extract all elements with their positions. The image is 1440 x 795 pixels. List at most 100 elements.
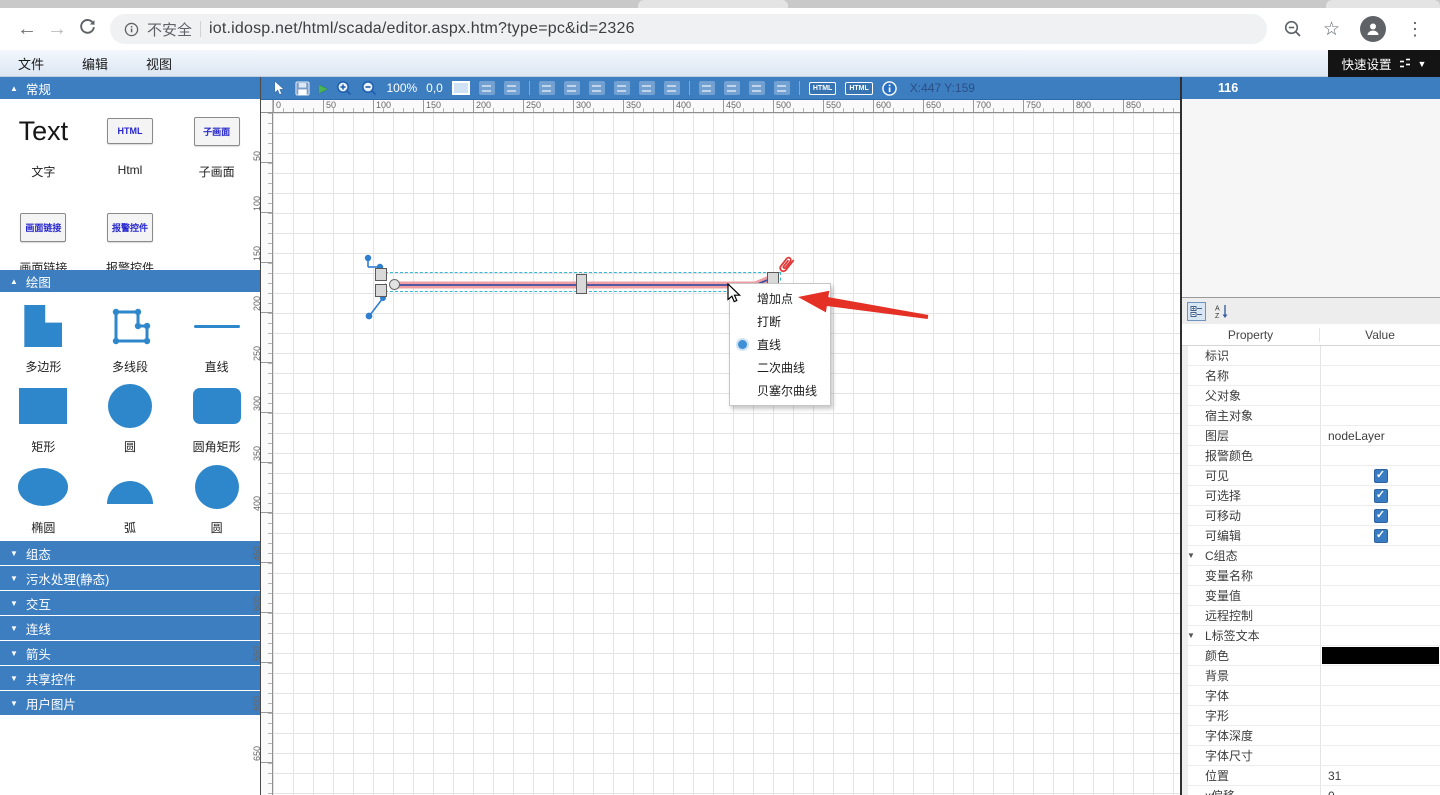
line-start-knob[interactable] — [389, 279, 400, 290]
property-value-cell[interactable]: ✓ — [1320, 546, 1440, 565]
property-value-cell[interactable]: 31 ✓ — [1320, 766, 1440, 785]
property-row[interactable]: ▼ 可见 ✓ — [1182, 466, 1440, 486]
palette-item-screen-link[interactable]: 画面链接 画面链接 — [0, 201, 87, 276]
checkbox-checked-icon[interactable]: ✓ — [1374, 529, 1388, 543]
info-circle-icon[interactable] — [882, 81, 897, 96]
palette-section-general[interactable]: ▲ 常规 — [0, 77, 260, 99]
palette-item-text[interactable]: Text 文字 — [0, 105, 87, 201]
property-row[interactable]: ▼ 字体 ✓ — [1182, 686, 1440, 706]
property-value-cell[interactable]: ✓ — [1320, 606, 1440, 625]
forward-icon[interactable]: → — [42, 18, 72, 41]
align-tool-icon[interactable] — [614, 81, 630, 95]
bookmark-star-icon[interactable]: ☆ — [1323, 18, 1340, 41]
property-row[interactable]: ▼ 背景 ✓ — [1182, 666, 1440, 686]
property-value-cell[interactable]: ✓ — [1320, 506, 1440, 525]
property-row[interactable]: ▼ 位置 31 ✓ — [1182, 766, 1440, 786]
property-row[interactable]: ▼ 父对象 ✓ — [1182, 386, 1440, 406]
align-tool-icon[interactable] — [564, 81, 580, 95]
context-menu-item[interactable]: 贝塞尔曲线 — [730, 379, 830, 402]
palette-item-circle[interactable]: 圆 — [87, 380, 174, 460]
property-value-cell[interactable]: ✓ — [1320, 406, 1440, 425]
palette-section-draw[interactable]: ▲ 绘图 — [0, 270, 260, 292]
security-label[interactable]: 不安全 — [147, 19, 192, 40]
run-icon[interactable]: ▶ — [319, 82, 327, 95]
palette-item-arc[interactable]: 弧 — [87, 461, 174, 541]
property-value-cell[interactable]: ✓ — [1320, 666, 1440, 685]
palette-item-line[interactable]: 直线 — [173, 300, 260, 380]
color-swatch-black[interactable] — [1322, 647, 1439, 664]
size-tool-icon[interactable] — [749, 81, 765, 95]
design-canvas[interactable]: 增加点 打断 直线 二次曲线 — [273, 113, 1180, 795]
menu-item[interactable]: 视图 — [146, 54, 172, 73]
property-value-cell[interactable]: ✓ — [1320, 646, 1440, 665]
address-bar[interactable]: 不安全 iot.idosp.net/html/scada/editor.aspx… — [110, 14, 1267, 44]
property-row[interactable]: ▼ 字体深度 ✓ — [1182, 726, 1440, 746]
line-handle[interactable] — [375, 284, 387, 297]
palette-item-html[interactable]: HTML Html — [87, 105, 174, 201]
property-value-cell[interactable]: ✓ — [1320, 386, 1440, 405]
zoom-in-icon[interactable] — [336, 80, 352, 96]
property-row[interactable]: ▼ 变量名称 ✓ — [1182, 566, 1440, 586]
property-row[interactable]: ▼ 报警颜色 ✓ — [1182, 446, 1440, 466]
context-menu-item[interactable]: 增加点 — [730, 287, 830, 310]
zoom-indicator-icon[interactable] — [1283, 19, 1303, 39]
property-value-cell[interactable]: ✓ — [1320, 466, 1440, 485]
line-handle[interactable] — [375, 268, 387, 281]
palette-section-collapsed[interactable]: ▼ 连线 — [0, 616, 260, 640]
select-cursor-tool-icon[interactable] — [273, 80, 286, 96]
palette-item-rectangle[interactable]: 矩形 — [0, 380, 87, 460]
size-tool-icon[interactable] — [724, 81, 740, 95]
group-tool-icon[interactable] — [504, 81, 520, 95]
property-row[interactable]: ▼ 名称 ✓ — [1182, 366, 1440, 386]
palette-item-subscreen[interactable]: 子画面 子画面 — [173, 105, 260, 201]
property-row[interactable]: ▼ x偏移 0 ✓ — [1182, 786, 1440, 795]
property-value-cell[interactable]: ✓ — [1320, 726, 1440, 745]
property-row[interactable]: ▼ 可移动 ✓ — [1182, 506, 1440, 526]
property-value-cell[interactable]: ✓ — [1320, 446, 1440, 465]
palette-item-polygon[interactable]: 多边形 — [0, 300, 87, 380]
size-tool-icon[interactable] — [699, 81, 715, 95]
align-tool-icon[interactable] — [639, 81, 655, 95]
property-row[interactable]: ▼ 图层 nodeLayer ✓ — [1182, 426, 1440, 446]
property-value-cell[interactable]: ✓ — [1320, 346, 1440, 365]
object-tree-empty-area[interactable] — [1182, 99, 1440, 298]
align-tool-icon[interactable] — [589, 81, 605, 95]
checkbox-checked-icon[interactable]: ✓ — [1374, 469, 1388, 483]
palette-section-collapsed[interactable]: ▼ 用户图片 — [0, 691, 260, 715]
property-value-cell[interactable]: ✓ — [1320, 746, 1440, 765]
profile-avatar-icon[interactable] — [1360, 16, 1386, 42]
property-row[interactable]: ▼ 字形 ✓ — [1182, 706, 1440, 726]
zoom-level[interactable]: 100% — [386, 81, 417, 95]
back-icon[interactable]: ← — [12, 18, 42, 41]
palette-section-collapsed[interactable]: ▼ 箭头 — [0, 641, 260, 665]
context-menu-item[interactable]: 打断 — [730, 310, 830, 333]
url-text[interactable]: iot.idosp.net/html/scada/editor.aspx.htm… — [209, 20, 635, 38]
property-row[interactable]: ▼ 宿主对象 ✓ — [1182, 406, 1440, 426]
context-menu-item[interactable]: 二次曲线 — [730, 356, 830, 379]
html-export-icon[interactable]: HTML — [809, 82, 836, 95]
palette-item-polyline[interactable]: 多线段 — [87, 300, 174, 380]
property-row[interactable]: ▼ 可选择 ✓ — [1182, 486, 1440, 506]
property-value-cell[interactable]: ✓ — [1320, 366, 1440, 385]
size-tool-icon[interactable] — [774, 81, 790, 95]
property-row[interactable]: ▼ C组态 ✓ — [1182, 546, 1440, 566]
property-value-cell[interactable]: ✓ — [1320, 526, 1440, 545]
palette-item-alarm-control[interactable]: 报警控件 报警控件 — [87, 201, 174, 276]
snapshot-icon[interactable] — [452, 81, 470, 95]
reload-icon[interactable] — [72, 18, 102, 41]
palette-item-ellipse[interactable]: 椭圆 — [0, 461, 87, 541]
zoom-out-icon[interactable] — [361, 80, 377, 96]
align-tool-icon[interactable] — [539, 81, 555, 95]
property-value-cell[interactable]: ✓ — [1320, 706, 1440, 725]
property-row[interactable]: ▼ 颜色 ✓ — [1182, 646, 1440, 666]
browser-menu-icon[interactable]: ⋮ — [1406, 19, 1424, 40]
property-row[interactable]: ▼ 标识 ✓ — [1182, 346, 1440, 366]
property-value-cell[interactable]: 0 ✓ — [1320, 786, 1440, 795]
checkbox-checked-icon[interactable]: ✓ — [1374, 489, 1388, 503]
property-row[interactable]: ▼ 远程控制 ✓ — [1182, 606, 1440, 626]
save-icon[interactable] — [295, 81, 310, 96]
line-midpoint-handle[interactable] — [576, 274, 587, 294]
property-row[interactable]: ▼ 字体尺寸 ✓ — [1182, 746, 1440, 766]
checkbox-checked-icon[interactable]: ✓ — [1374, 509, 1388, 523]
property-row[interactable]: ▼ 可编辑 ✓ — [1182, 526, 1440, 546]
